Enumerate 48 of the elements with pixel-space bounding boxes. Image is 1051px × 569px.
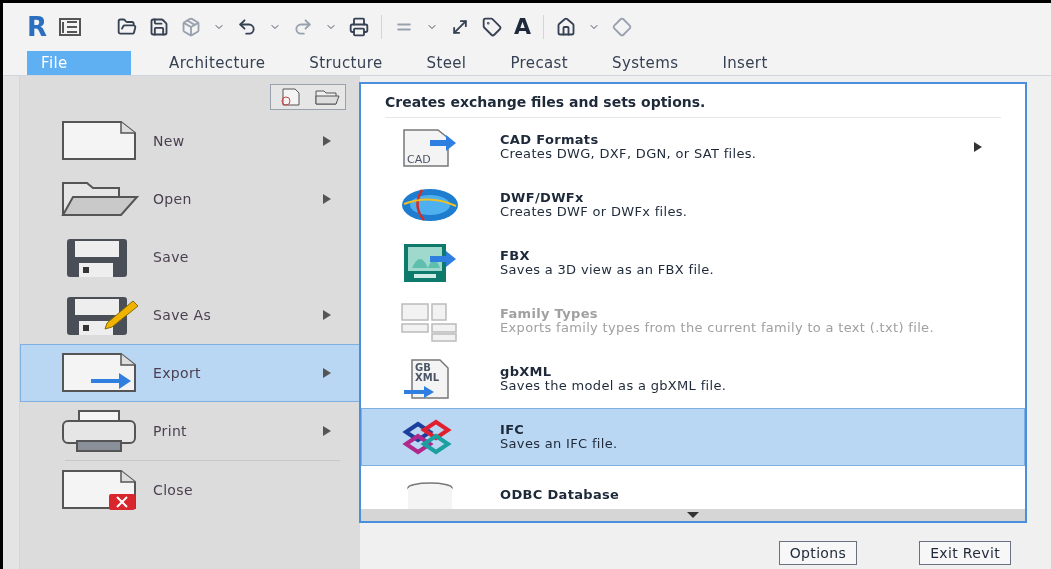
option-description: Creates DWG, DXF, DGN, or SAT files. bbox=[500, 147, 758, 161]
folder-icon bbox=[313, 88, 340, 106]
option-title: gbXML bbox=[500, 365, 553, 379]
open-folder-icon[interactable] bbox=[117, 17, 138, 37]
option-title: Family Types bbox=[500, 307, 599, 321]
export-option[interactable]: IFC Saves an IFC file. bbox=[361, 408, 1025, 466]
ribbon-tab[interactable]: Systems bbox=[598, 51, 693, 75]
option-description: Exports family types from the current family to a text (.txt) file. bbox=[500, 321, 935, 335]
panel-icon[interactable] bbox=[59, 18, 82, 36]
table-grid-icon bbox=[400, 300, 460, 342]
print-icon[interactable] bbox=[349, 17, 370, 37]
menu-item-label: New bbox=[153, 131, 186, 151]
ribbon-tab[interactable]: Architecture bbox=[155, 51, 280, 75]
option-title: DWF/DWFx bbox=[500, 191, 585, 205]
text-tool[interactable]: A bbox=[514, 16, 532, 38]
menu-item-label: Close bbox=[153, 480, 194, 500]
option-description: Creates DWF or DWFx files. bbox=[500, 205, 689, 219]
menu-item-label: Save bbox=[153, 247, 190, 267]
option-description: Saves an IFC file. bbox=[500, 437, 619, 451]
option-title: IFC bbox=[500, 423, 526, 437]
menu-item-label: Save As bbox=[153, 305, 213, 325]
ribbon-tab[interactable]: Precast bbox=[496, 51, 582, 75]
ribbon-tab[interactable]: Structure bbox=[295, 51, 397, 75]
footer-button[interactable]: Options bbox=[778, 541, 858, 565]
option-title: FBX bbox=[500, 249, 531, 263]
document-icon bbox=[61, 119, 139, 163]
menu-item-label: Print bbox=[153, 421, 188, 441]
file-menu-item[interactable]: Export bbox=[20, 344, 360, 402]
redo-icon[interactable] bbox=[293, 17, 314, 37]
option-title: ODBC Database bbox=[500, 488, 621, 502]
menu-item-label: Export bbox=[153, 363, 202, 383]
recent-documents-button[interactable] bbox=[270, 84, 346, 110]
printer-icon bbox=[61, 409, 139, 453]
document-icon bbox=[61, 351, 139, 395]
document-icon bbox=[61, 468, 139, 512]
footer-button[interactable]: Exit Revit bbox=[919, 541, 1011, 565]
option-description: Saves the model as a gbXML file. bbox=[500, 379, 728, 393]
option-description: Saves a 3D view as an FBX file. bbox=[500, 263, 716, 277]
ribbon-tab[interactable]: Steel bbox=[412, 51, 481, 75]
app-logo[interactable]: R bbox=[27, 14, 48, 40]
option-title: CAD Formats bbox=[500, 133, 600, 147]
scroll-down-icon[interactable] bbox=[687, 512, 699, 518]
house-icon[interactable] bbox=[556, 17, 577, 37]
ribbon-tab[interactable]: Insert bbox=[708, 51, 782, 75]
menu-item-label: Open bbox=[153, 189, 193, 209]
save-icon[interactable] bbox=[149, 17, 170, 37]
tag-icon[interactable] bbox=[482, 17, 503, 37]
diamond-icon[interactable] bbox=[612, 17, 633, 37]
